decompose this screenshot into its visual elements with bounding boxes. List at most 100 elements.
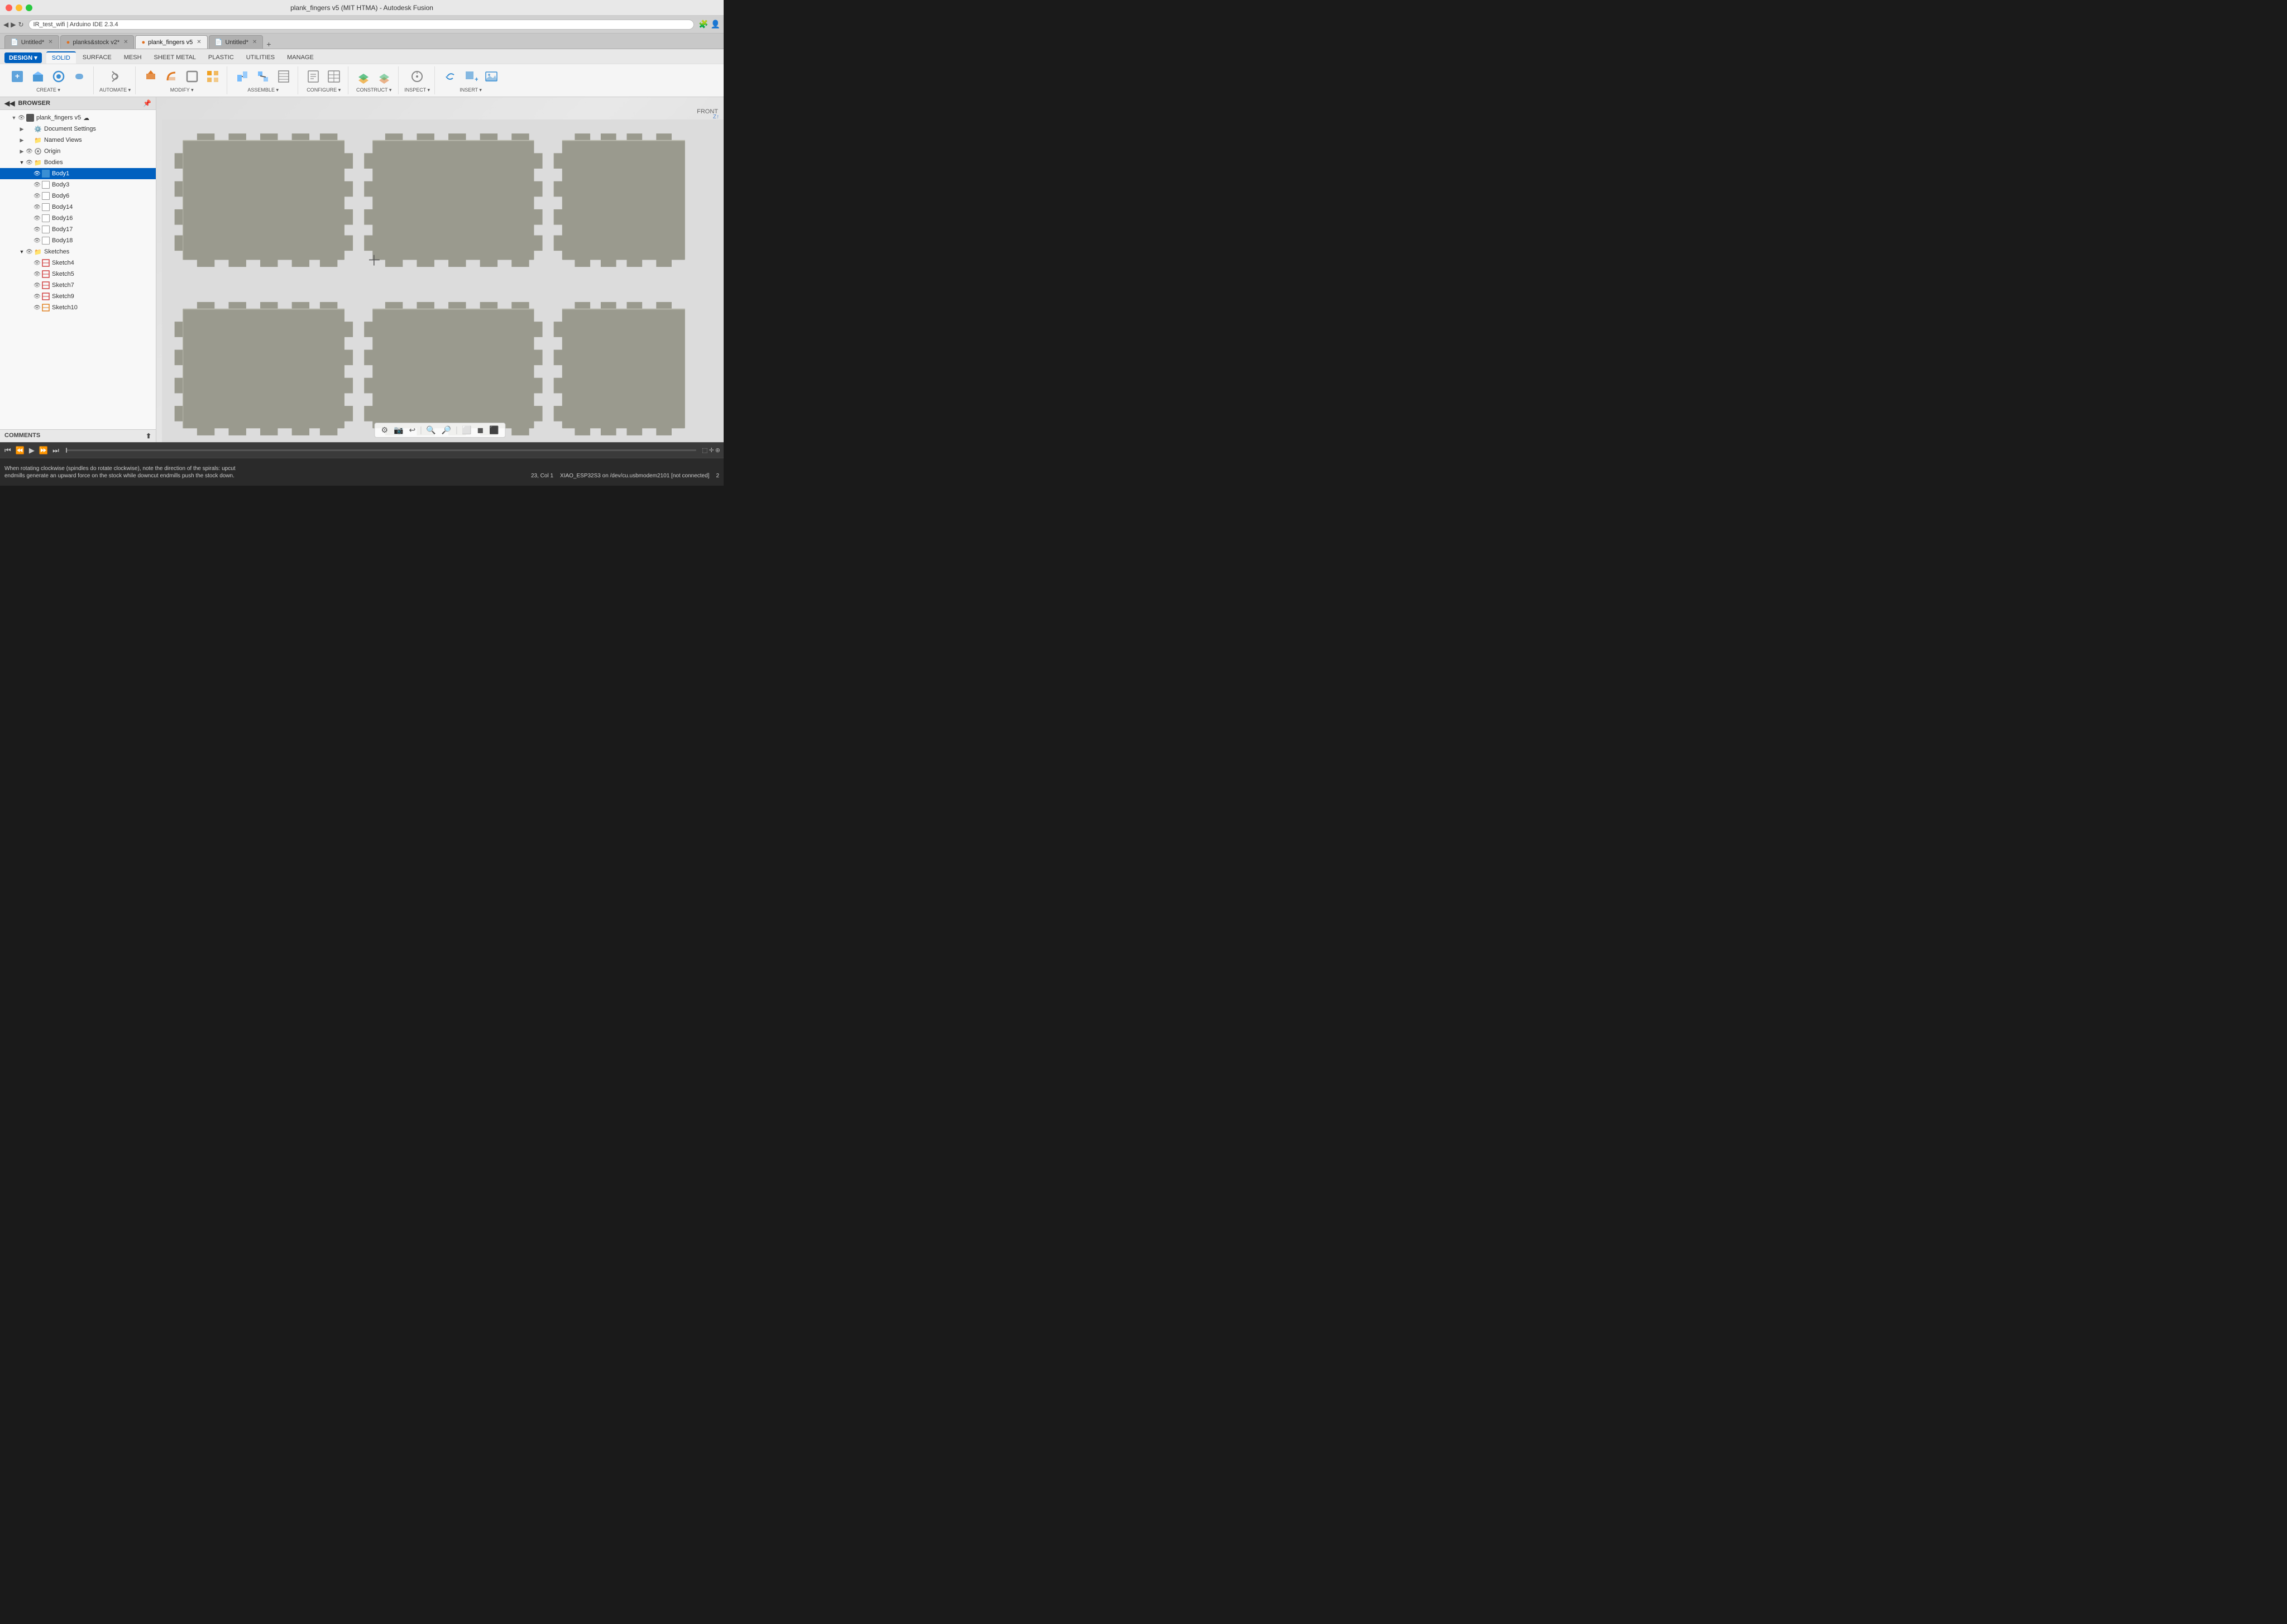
doc-settings-toggle-icon[interactable]: ▶ bbox=[18, 126, 26, 132]
tree-sketches[interactable]: ▼ 👁 📁 Sketches bbox=[0, 246, 156, 257]
comments-bar[interactable]: COMMENTS ⬆ bbox=[0, 429, 156, 442]
insert-label[interactable]: INSERT ▾ bbox=[460, 87, 482, 93]
play-next-button[interactable]: ⏩ bbox=[38, 446, 49, 455]
tree-body1[interactable]: 👁 Body1 bbox=[0, 168, 156, 179]
body3-visibility-icon[interactable]: 👁 bbox=[34, 182, 41, 188]
comments-expand-icon[interactable]: ⬆ bbox=[146, 432, 151, 440]
plank-piece-1[interactable] bbox=[175, 133, 353, 267]
tree-sketch4[interactable]: 👁 Sketch4 bbox=[0, 257, 156, 269]
extensions-icon[interactable]: 🧩 bbox=[698, 20, 708, 29]
sketches-visibility-icon[interactable]: 👁 bbox=[26, 249, 34, 255]
ribbon-tab-mesh[interactable]: MESH bbox=[118, 52, 147, 63]
tab-close-icon[interactable]: ✕ bbox=[48, 39, 52, 45]
profile-icon[interactable]: 👤 bbox=[711, 20, 720, 29]
timeline-track[interactable] bbox=[66, 449, 696, 451]
body14-visibility-icon[interactable]: 👁 bbox=[34, 204, 41, 210]
sketch7-visibility-icon[interactable]: 👁 bbox=[34, 282, 41, 289]
insert-link-button[interactable] bbox=[441, 68, 460, 85]
play-prev-button[interactable]: ⏪ bbox=[15, 446, 26, 455]
construct-label[interactable]: CONSTRUCT ▾ bbox=[356, 87, 391, 93]
address-bar[interactable]: IR_test_wifi | Arduino IDE 2.3.4 bbox=[28, 20, 695, 30]
sketch4-visibility-icon[interactable]: 👁 bbox=[34, 260, 41, 266]
construct-plane-button[interactable] bbox=[354, 68, 373, 85]
new-tab-button[interactable]: + bbox=[266, 40, 271, 49]
tree-named-views[interactable]: ▶ 📁 Named Views bbox=[0, 135, 156, 146]
collapse-browser-button[interactable]: ◀◀ bbox=[4, 99, 15, 107]
create-extrude-button[interactable] bbox=[28, 68, 47, 85]
insert-add-button[interactable]: + bbox=[461, 68, 480, 85]
body16-visibility-icon[interactable]: 👁 bbox=[34, 215, 41, 222]
assemble-bom-button[interactable] bbox=[274, 68, 293, 85]
design-dropdown[interactable]: DESIGN ▾ bbox=[4, 52, 42, 63]
assemble-label[interactable]: ASSEMBLE ▾ bbox=[247, 87, 279, 93]
modify-pattern-button[interactable] bbox=[203, 68, 222, 85]
modify-shell-button[interactable] bbox=[183, 68, 202, 85]
create-label[interactable]: CREATE ▾ bbox=[36, 87, 60, 93]
timeline-marker[interactable] bbox=[66, 448, 67, 453]
tab-plank-fingers[interactable]: ● plank_fingers v5 ✕ bbox=[135, 35, 207, 49]
tree-document-settings[interactable]: ▶ ⚙️ Document Settings bbox=[0, 123, 156, 135]
tool-2-icon[interactable]: ✛ bbox=[709, 447, 714, 454]
tree-sketch9[interactable]: 👁 Sketch9 bbox=[0, 291, 156, 302]
tab-untitled1[interactable]: 📄 Untitled* ✕ bbox=[4, 35, 59, 49]
forward-icon[interactable]: ▶ bbox=[11, 21, 16, 28]
tree-sketch7[interactable]: 👁 Sketch7 bbox=[0, 280, 156, 291]
automate-button[interactable] bbox=[106, 68, 125, 85]
plank-piece-4[interactable] bbox=[175, 302, 353, 435]
tree-body6[interactable]: 👁 Body6 bbox=[0, 190, 156, 202]
configure-label[interactable]: CONFIGURE ▾ bbox=[307, 87, 341, 93]
sketch10-visibility-icon[interactable]: 👁 bbox=[34, 305, 41, 311]
create-sweep-button[interactable] bbox=[70, 68, 89, 85]
plank-piece-2[interactable] bbox=[364, 133, 542, 267]
plank-piece-6[interactable] bbox=[554, 302, 685, 435]
tab-close-icon[interactable]: ✕ bbox=[252, 39, 257, 45]
browser-pin-icon[interactable]: 📌 bbox=[143, 99, 151, 107]
plank-piece-5[interactable] bbox=[364, 302, 542, 435]
tree-bodies[interactable]: ▼ 👁 📁 Bodies bbox=[0, 157, 156, 168]
ribbon-tab-utilities[interactable]: UTILITIES bbox=[241, 52, 280, 63]
configure-table-button[interactable] bbox=[324, 68, 343, 85]
viewport[interactable]: FRONT Z↑ bbox=[156, 97, 724, 442]
window-controls[interactable] bbox=[6, 4, 32, 11]
plank-piece-3[interactable] bbox=[554, 133, 685, 267]
tree-body18[interactable]: 👁 Body18 bbox=[0, 235, 156, 246]
configure-button[interactable] bbox=[304, 68, 323, 85]
orbit-tool-icon[interactable]: ⚙ bbox=[379, 425, 390, 435]
body17-visibility-icon[interactable]: 👁 bbox=[34, 227, 41, 233]
body18-visibility-icon[interactable]: 👁 bbox=[34, 238, 41, 244]
zoom-in-button[interactable]: 🔍 bbox=[424, 425, 437, 435]
visual-style-button[interactable]: ◼ bbox=[475, 425, 485, 435]
create-revolve-button[interactable] bbox=[49, 68, 68, 85]
construct-axis-button[interactable] bbox=[375, 68, 394, 85]
sketch9-visibility-icon[interactable]: 👁 bbox=[34, 294, 41, 300]
tool-3-icon[interactable]: ⊕ bbox=[715, 447, 720, 454]
3d-viewport-svg[interactable] bbox=[162, 119, 724, 442]
tree-sketch5[interactable]: 👁 Sketch5 bbox=[0, 269, 156, 280]
play-button[interactable]: ▶ bbox=[28, 446, 36, 455]
play-last-button[interactable]: ⏭ bbox=[51, 446, 60, 455]
minimize-button[interactable] bbox=[16, 4, 22, 11]
automate-label[interactable]: AUTOMATE ▾ bbox=[99, 87, 131, 93]
tab-close-icon[interactable]: ✕ bbox=[123, 39, 128, 45]
ribbon-tab-manage[interactable]: MANAGE bbox=[281, 52, 319, 63]
back-icon[interactable]: ◀ bbox=[3, 21, 8, 28]
tab-close-icon[interactable]: ✕ bbox=[197, 39, 201, 45]
tree-body16[interactable]: 👁 Body16 bbox=[0, 213, 156, 224]
ribbon-tab-sheet-metal[interactable]: SHEET METAL bbox=[149, 52, 202, 63]
named-views-toggle-icon[interactable]: ▶ bbox=[18, 137, 26, 143]
modify-label[interactable]: MODIFY ▾ bbox=[170, 87, 194, 93]
play-first-button[interactable]: ⏮ bbox=[3, 446, 12, 455]
tree-body3[interactable]: 👁 Body3 bbox=[0, 179, 156, 190]
sketches-toggle-icon[interactable]: ▼ bbox=[18, 249, 26, 255]
tree-sketch10[interactable]: 👁 Sketch10 bbox=[0, 302, 156, 313]
create-new-body-button[interactable]: + bbox=[8, 68, 27, 85]
sketch5-visibility-icon[interactable]: 👁 bbox=[34, 271, 41, 277]
inspect-measure-button[interactable] bbox=[408, 68, 427, 85]
home-view-button[interactable]: ↩ bbox=[407, 425, 417, 435]
assemble-rigid-group-button[interactable] bbox=[253, 68, 272, 85]
modify-press-pull-button[interactable] bbox=[141, 68, 160, 85]
bodies-visibility-icon[interactable]: 👁 bbox=[26, 160, 34, 166]
reload-icon[interactable]: ↻ bbox=[18, 21, 23, 28]
ribbon-tab-plastic[interactable]: PLASTIC bbox=[203, 52, 240, 63]
zoom-out-button[interactable]: 🔎 bbox=[440, 425, 453, 435]
